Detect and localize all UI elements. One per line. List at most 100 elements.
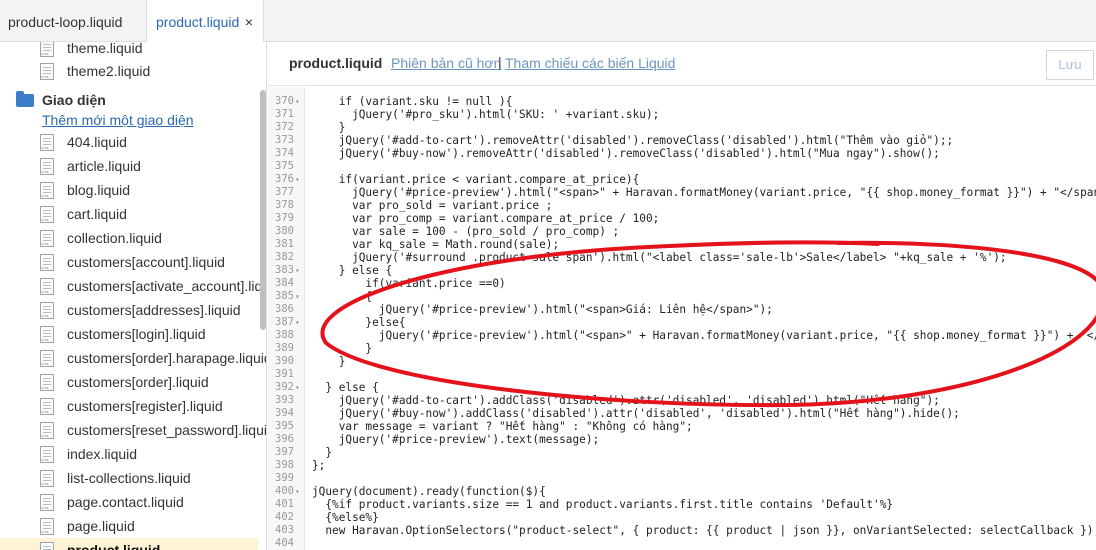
code-line[interactable]: 396 jQuery('#price-preview').text(messag… xyxy=(268,433,1096,446)
sidebar-item[interactable]: article.liquid xyxy=(0,154,258,178)
sidebar-item-label: article.liquid xyxy=(67,158,141,174)
file-icon xyxy=(40,350,54,367)
code-line[interactable]: 370 ▾ if (variant.sku != null ){ xyxy=(268,95,1096,108)
sidebar-item-label: page.contact.liquid xyxy=(67,494,184,510)
fold-arrow-icon[interactable]: ▾ xyxy=(295,95,300,108)
code-line[interactable]: 378 var pro_sold = variant.price ; xyxy=(268,199,1096,212)
sidebar-item[interactable]: cart.liquid xyxy=(0,202,258,226)
sidebar-item-label: list-collections.liquid xyxy=(67,470,191,486)
old-versions-link[interactable]: Phiên bản cũ hơn xyxy=(391,55,501,71)
code-line[interactable]: 403 new Haravan.OptionSelectors("product… xyxy=(268,524,1096,537)
tab-product[interactable]: product.liquid × xyxy=(146,0,264,43)
sidebar-item-label: customers[register].liquid xyxy=(67,398,223,414)
code-line[interactable]: 373 jQuery('#add-to-cart').removeAttr('d… xyxy=(268,134,1096,147)
fold-arrow-icon[interactable]: ▾ xyxy=(295,173,300,186)
line-number: 373 xyxy=(275,134,294,146)
code-line[interactable]: 380 var sale = 100 - (pro_sold / pro_com… xyxy=(268,225,1096,238)
code-line[interactable]: 391 xyxy=(268,368,1096,381)
fold-arrow-icon[interactable]: ▾ xyxy=(295,381,300,394)
code-line[interactable]: 375 xyxy=(268,160,1096,173)
fold-arrow-icon[interactable]: ▾ xyxy=(295,485,300,498)
fold-arrow-icon[interactable]: ▾ xyxy=(295,316,300,329)
sidebar-scrollbar[interactable] xyxy=(260,90,266,330)
code-line[interactable]: 388 jQuery('#price-preview').html("<span… xyxy=(268,329,1096,342)
sidebar-item[interactable]: customers[reset_password].liquid xyxy=(0,418,266,442)
sidebar-item-label: customers[order].harapage.liquid xyxy=(67,350,267,366)
code-line[interactable]: 381 var kq_sale = Math.round(sale); xyxy=(268,238,1096,251)
sidebar-item[interactable]: page.liquid xyxy=(0,514,258,538)
code-line[interactable]: 401 {%if product.variants.size == 1 and … xyxy=(268,498,1096,511)
code-text: {%else%} xyxy=(312,511,379,524)
separator: | xyxy=(498,54,502,70)
code-line[interactable]: 386 jQuery('#price-preview').html("<span… xyxy=(268,303,1096,316)
sidebar-item[interactable]: customers[order].harapage.liquid xyxy=(0,346,266,370)
code-line[interactable]: 382 jQuery('#surround .product-sale span… xyxy=(268,251,1096,264)
file-icon xyxy=(40,230,54,247)
sidebar-item[interactable]: customers[order].liquid xyxy=(0,370,258,394)
code-line[interactable]: 393 jQuery('#add-to-cart').addClass('dis… xyxy=(268,394,1096,407)
code-line[interactable]: 379 var pro_comp = variant.compare_at_pr… xyxy=(268,212,1096,225)
code-line[interactable]: 400 ▾ jQuery(document).ready(function($){ xyxy=(268,485,1096,498)
line-number: 381 xyxy=(275,238,294,250)
code-line[interactable]: 385 ▾ { xyxy=(268,290,1096,303)
code-line[interactable]: 395 var message = variant ? "Hết hàng" :… xyxy=(268,420,1096,433)
sidebar-item[interactable]: list-collections.liquid xyxy=(0,466,258,490)
save-button[interactable]: Lưu xyxy=(1046,50,1094,80)
file-icon xyxy=(40,542,54,550)
sidebar-item[interactable]: page.contact.liquid xyxy=(0,490,258,514)
code-line[interactable]: 376 ▾ if(variant.price < variant.compare_… xyxy=(268,173,1096,186)
tab-product-loop[interactable]: product-loop.liquid xyxy=(0,0,140,42)
line-number: 376 xyxy=(275,173,294,185)
sidebar-item-theme2[interactable]: theme2.liquid xyxy=(0,59,258,83)
line-number: 395 xyxy=(275,420,294,432)
code-line[interactable]: 384 if(variant.price ==0) xyxy=(268,277,1096,290)
code-line[interactable]: 389 } xyxy=(268,342,1096,355)
sidebar-item[interactable]: index.liquid xyxy=(0,442,258,466)
sidebar-item[interactable]: customers[activate_account].liquid xyxy=(0,274,266,298)
code-line[interactable]: 397 } xyxy=(268,446,1096,459)
code-line[interactable]: 392 ▾ } else { xyxy=(268,381,1096,394)
code-line[interactable]: 398}; xyxy=(268,459,1096,472)
sidebar-item[interactable]: customers[account].liquid xyxy=(0,250,258,274)
code-line[interactable]: 371 jQuery('#pro_sku').html('SKU: ' +var… xyxy=(268,108,1096,121)
line-number: 382 xyxy=(275,251,294,263)
sidebar-item-label: cart.liquid xyxy=(67,206,127,222)
code-line[interactable]: 394 jQuery('#buy-now').addClass('disable… xyxy=(268,407,1096,420)
code-line[interactable]: 390 } xyxy=(268,355,1096,368)
file-icon xyxy=(40,134,54,151)
close-icon[interactable]: × xyxy=(245,0,253,44)
sidebar-item[interactable]: customers[register].liquid xyxy=(0,394,258,418)
file-icon xyxy=(40,302,54,319)
add-template-link[interactable]: Thêm mới một giao diện xyxy=(42,112,194,128)
sidebar-item[interactable]: 404.liquid xyxy=(0,130,258,154)
sidebar-item[interactable]: customers[login].liquid xyxy=(0,322,258,346)
sidebar-item[interactable]: blog.liquid xyxy=(0,178,258,202)
code-line[interactable]: 372 } xyxy=(268,121,1096,134)
sidebar-item[interactable]: product.liquid xyxy=(0,538,258,550)
code-line[interactable]: 404 xyxy=(268,537,1096,550)
code-text: if (variant.sku != null ){ xyxy=(312,95,513,108)
code-line[interactable]: 402 {%else%} xyxy=(268,511,1096,524)
code-text: var pro_comp = variant.compare_at_price … xyxy=(312,212,660,225)
folder-label: Giao diện xyxy=(42,92,106,108)
sidebar-item-label: customers[order].liquid xyxy=(67,374,209,390)
sidebar-item[interactable]: collection.liquid xyxy=(0,226,258,250)
fold-arrow-icon[interactable]: ▾ xyxy=(295,290,300,303)
code-line[interactable]: 387 ▾ }else{ xyxy=(268,316,1096,329)
sidebar-item-label: customers[activate_account].liquid xyxy=(67,278,267,294)
code-line[interactable]: 399 xyxy=(268,472,1096,485)
fold-arrow-icon[interactable]: ▾ xyxy=(295,264,300,277)
code-text: jQuery('#price-preview').html("<span>" +… xyxy=(312,329,1096,342)
code-editor[interactable]: 370 ▾ if (variant.sku != null ){371 jQuer… xyxy=(268,87,1096,550)
line-number: 404 xyxy=(275,537,294,549)
liquid-reference-link[interactable]: Tham chiếu các biến Liquid xyxy=(505,55,675,71)
code-line[interactable]: 374 jQuery('#buy-now').removeAttr('disab… xyxy=(268,147,1096,160)
sidebar-item-label: 404.liquid xyxy=(67,134,127,150)
file-icon xyxy=(40,158,54,175)
sidebar-item[interactable]: customers[addresses].liquid xyxy=(0,298,258,322)
line-number: 391 xyxy=(275,368,294,380)
code-line[interactable]: 383 ▾ } else { xyxy=(268,264,1096,277)
code-line[interactable]: 377 jQuery('#price-preview').html("<span… xyxy=(268,186,1096,199)
line-number: 393 xyxy=(275,394,294,406)
sidebar-item-theme[interactable]: theme.liquid xyxy=(0,42,258,60)
